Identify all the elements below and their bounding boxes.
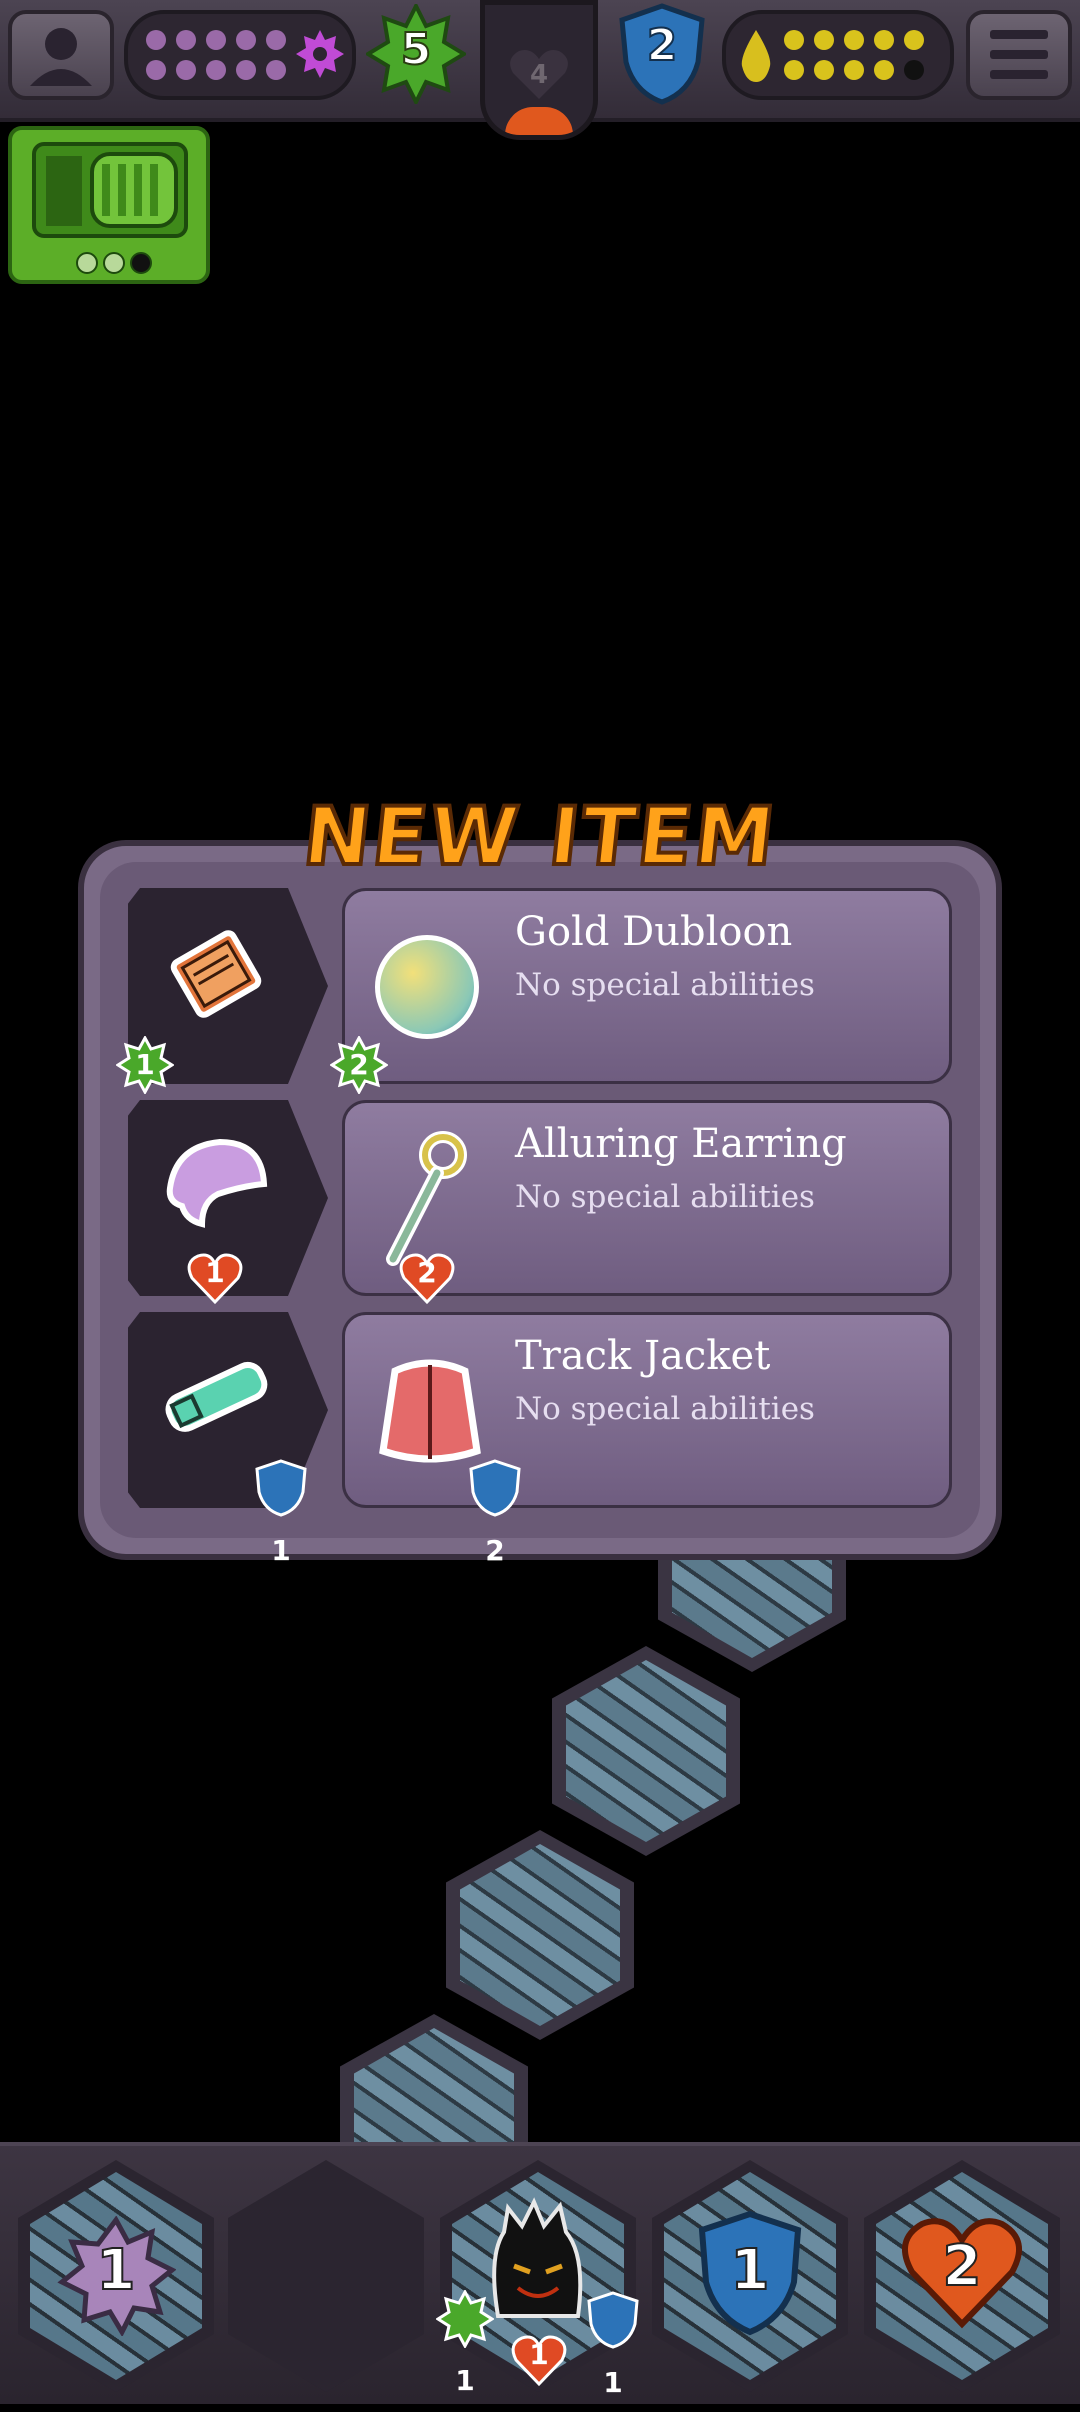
player-heart-badge: 1 bbox=[510, 2330, 568, 2388]
shield-value: 2 bbox=[646, 19, 679, 72]
new-item-card[interactable]: Gold Dubloon No special abilities bbox=[342, 888, 952, 1084]
tv-widget-button[interactable] bbox=[8, 126, 210, 284]
menu-button[interactable] bbox=[966, 10, 1072, 100]
badge-value: 2 bbox=[417, 1256, 437, 1289]
drop-progress-pips bbox=[722, 10, 954, 100]
book-icon bbox=[170, 930, 262, 1018]
retro-tv-icon bbox=[32, 142, 188, 238]
item-description: No special abilities bbox=[515, 1391, 815, 1427]
drop-icon bbox=[741, 30, 771, 82]
monster-avatar-icon bbox=[492, 2197, 583, 2318]
jacket-icon bbox=[379, 1359, 481, 1463]
gear-icon bbox=[296, 30, 344, 78]
badge-value: 2 bbox=[349, 1048, 369, 1081]
new-item-title: NEW ITEM bbox=[297, 788, 783, 885]
new-item-heart-badge: 2 bbox=[398, 1248, 456, 1306]
current-item-star-badge: 1 bbox=[116, 1036, 174, 1094]
badge-value: 2 bbox=[485, 1534, 505, 1567]
tv-page-dots bbox=[76, 252, 153, 278]
item-description: No special abilities bbox=[515, 967, 815, 1003]
belt-icon bbox=[165, 1361, 268, 1432]
bandana-icon bbox=[166, 1138, 268, 1228]
path-hex-tile bbox=[446, 1830, 634, 2040]
badge-value: 1 bbox=[455, 2364, 475, 2397]
player-star-badge: 1 bbox=[435, 2288, 495, 2397]
player-shield-badge: 1 bbox=[584, 2290, 642, 2399]
current-item-shield-badge: 1 bbox=[252, 1458, 310, 1567]
shield-badge: 2 bbox=[614, 2, 710, 106]
path-hex-tile bbox=[552, 1646, 740, 1856]
badge-value: 1 bbox=[529, 2338, 549, 2371]
badge-value: 1 bbox=[271, 1534, 291, 1567]
new-item-card[interactable]: Track Jacket No special abilities bbox=[342, 1312, 952, 1508]
level-star-badge: 5 bbox=[364, 1, 468, 107]
heart-stat-value: 2 bbox=[942, 2233, 983, 2300]
level-star-value: 5 bbox=[400, 23, 433, 76]
item-description: No special abilities bbox=[515, 1179, 815, 1215]
item-name: Alluring Earring bbox=[515, 1121, 847, 1167]
item-name: Gold Dubloon bbox=[515, 909, 793, 955]
item-name: Track Jacket bbox=[515, 1333, 771, 1379]
current-item-heart-badge: 1 bbox=[186, 1248, 244, 1306]
shield-stat-value: 1 bbox=[730, 2237, 771, 2304]
center-counter: 4 bbox=[529, 60, 549, 90]
gear-stat-value: 1 bbox=[96, 2237, 137, 2304]
new-item-star-badge: 2 bbox=[330, 1036, 388, 1094]
person-icon bbox=[30, 28, 92, 86]
badge-value: 1 bbox=[205, 1256, 225, 1289]
top-bar: 5 4 2 bbox=[0, 0, 1080, 140]
gear-progress-pips bbox=[124, 10, 356, 100]
new-item-shield-badge: 2 bbox=[466, 1458, 524, 1567]
badge-value: 1 bbox=[603, 2366, 623, 2399]
badge-value: 1 bbox=[135, 1048, 155, 1081]
profile-button[interactable] bbox=[8, 10, 114, 100]
coin-icon bbox=[375, 935, 479, 1039]
hamburger-menu-icon bbox=[990, 30, 1048, 79]
heart-counter-slot: 4 bbox=[480, 0, 598, 140]
